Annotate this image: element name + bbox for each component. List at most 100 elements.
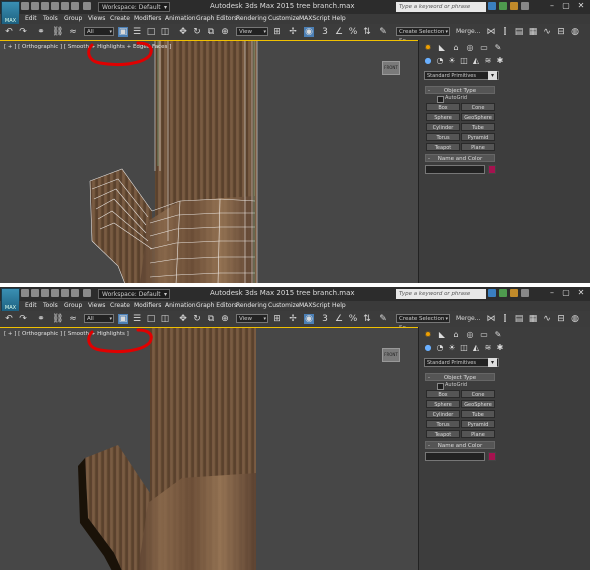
keyboard-shortcut-override-icon[interactable]: ◉ [304, 314, 314, 324]
material-editor-icon[interactable]: ◍ [570, 27, 580, 37]
unlink-icon[interactable]: ⛓ [52, 27, 63, 37]
mirror-icon[interactable]: ⋈ [486, 27, 496, 37]
select-link-icon[interactable]: ⚭ [36, 314, 46, 324]
orthographic-viewport[interactable]: [ + ] [ Orthographic ] [ Smooth + Highli… [0, 40, 418, 283]
menu-help[interactable]: Help [332, 301, 346, 311]
close-button[interactable]: ✕ [574, 288, 588, 298]
menu-views[interactable]: Views [88, 14, 105, 24]
menu-help[interactable]: Help [332, 14, 346, 24]
redo-icon[interactable]: ↷ [18, 314, 28, 324]
orthographic-viewport[interactable]: [ + ] [ Orthographic ] [ Smooth + Highli… [0, 327, 418, 570]
menu-customize[interactable]: Customize [268, 14, 300, 24]
quick-access-dropdown-icon[interactable] [83, 2, 91, 10]
systems-icon[interactable]: ✱ [495, 343, 505, 353]
edit-named-selection-icon[interactable]: ✎ [378, 27, 388, 37]
layer-manager-icon[interactable]: ▤ [514, 27, 524, 37]
select-by-name-icon[interactable]: ☰ [132, 314, 142, 324]
space-warps-icon[interactable]: ≋ [483, 343, 493, 353]
menu-tools[interactable]: Tools [43, 301, 58, 311]
curve-editor-icon[interactable]: ∿ [542, 314, 552, 324]
geosphere-button[interactable]: GeoSphere [461, 400, 495, 408]
name-and-color-rollout[interactable]: Name and Color [425, 154, 495, 163]
menu-create[interactable]: Create [110, 301, 130, 311]
spinner-snap-icon[interactable]: ⇅ [362, 314, 372, 324]
new-icon[interactable] [21, 2, 29, 10]
search-input[interactable]: Type a keyword or phrase [396, 289, 486, 299]
box-button[interactable]: Box [426, 103, 460, 111]
save-icon[interactable] [41, 289, 49, 297]
open-icon[interactable] [31, 2, 39, 10]
minimize-button[interactable]: – [545, 1, 559, 11]
object-type-rollout[interactable]: Object Type [425, 86, 495, 95]
snaps-toggle-icon[interactable]: 3 [320, 27, 330, 37]
edit-named-selection-icon[interactable]: ✎ [378, 314, 388, 324]
pyramid-button[interactable]: Pyramid [461, 420, 495, 428]
cone-button[interactable]: Cone [461, 390, 495, 398]
select-manipulate-icon[interactable]: ✢ [288, 314, 298, 324]
redo-icon[interactable]: ↷ [18, 27, 28, 37]
menu-views[interactable]: Views [88, 301, 105, 311]
maximize-button[interactable]: ▢ [559, 1, 573, 11]
align-icon[interactable]: ⫿ [500, 27, 510, 37]
bind-space-warp-icon[interactable]: ≈ [68, 314, 78, 324]
lights-icon[interactable]: ☀ [447, 343, 457, 353]
menu-rendering[interactable]: Rendering [236, 14, 267, 24]
favorites-icon[interactable] [510, 289, 518, 297]
minimize-button[interactable]: – [545, 288, 559, 298]
cylinder-button[interactable]: Cylinder [426, 123, 460, 131]
menu-maxscript[interactable]: MAXScript [299, 14, 330, 24]
graphite-tools-icon[interactable]: ▦ [528, 314, 538, 324]
primitive-dropdown-arrow-icon[interactable]: ▾ [488, 358, 497, 367]
menu-group[interactable]: Group [64, 301, 82, 311]
teapot-button[interactable]: Teapot [426, 430, 460, 438]
rotate-icon[interactable]: ↻ [192, 314, 202, 324]
quick-access-dropdown-icon[interactable] [83, 289, 91, 297]
angle-snap-icon[interactable]: ∠ [334, 314, 344, 324]
box-button[interactable]: Box [426, 390, 460, 398]
helpers-icon[interactable]: ◭ [471, 56, 481, 66]
tube-button[interactable]: Tube [461, 123, 495, 131]
create-tab-icon[interactable]: ✹ [423, 330, 433, 340]
geometry-icon[interactable]: ● [423, 56, 433, 66]
select-by-name-icon[interactable]: ☰ [132, 27, 142, 37]
project-folder-icon[interactable] [71, 289, 79, 297]
subscription-icon[interactable] [499, 2, 507, 10]
percent-snap-icon[interactable]: % [348, 314, 358, 324]
geosphere-button[interactable]: GeoSphere [461, 113, 495, 121]
object-name-field[interactable] [425, 452, 485, 461]
search-icon[interactable] [488, 289, 496, 297]
scale-icon[interactable]: ⧉ [206, 27, 216, 37]
utilities-tab-icon[interactable]: ✎ [493, 43, 503, 53]
select-manipulate-icon[interactable]: ✢ [288, 27, 298, 37]
menu-rendering[interactable]: Rendering [236, 301, 267, 311]
redo-quick-icon[interactable] [61, 289, 69, 297]
workspace-dropdown[interactable]: Workspace: Default [98, 289, 170, 300]
menu-graph-editors[interactable]: Graph Editors [196, 301, 237, 311]
menu-graph-editors[interactable]: Graph Editors [196, 14, 237, 24]
create-tab-icon[interactable]: ✹ [423, 43, 433, 53]
menu-edit[interactable]: Edit [25, 14, 37, 24]
unlink-icon[interactable]: ⛓ [52, 314, 63, 324]
menu-animation[interactable]: Animation [165, 14, 196, 24]
rectangular-selection-icon[interactable]: □ [146, 27, 156, 37]
merge-button[interactable]: Merge... [456, 28, 480, 35]
systems-icon[interactable]: ✱ [495, 56, 505, 66]
menu-group[interactable]: Group [64, 14, 82, 24]
subscription-icon[interactable] [499, 289, 507, 297]
favorites-icon[interactable] [510, 2, 518, 10]
pivot-center-icon[interactable]: ⊞ [272, 314, 282, 324]
app-menu-button[interactable]: MAX [1, 1, 20, 26]
spinner-snap-icon[interactable]: ⇅ [362, 27, 372, 37]
object-type-rollout[interactable]: Object Type [425, 373, 495, 382]
menu-modifiers[interactable]: Modifiers [134, 301, 161, 311]
lights-icon[interactable]: ☀ [447, 56, 457, 66]
material-editor-icon[interactable]: ◍ [570, 314, 580, 324]
selection-filter-dropdown[interactable]: All [84, 27, 114, 37]
view-cube[interactable]: FRONT [382, 61, 400, 75]
menu-maxscript[interactable]: MAXScript [299, 301, 330, 311]
reference-coordinate-dropdown[interactable]: View [236, 27, 268, 37]
maximize-button[interactable]: ▢ [559, 288, 573, 298]
cone-button[interactable]: Cone [461, 103, 495, 111]
merge-button[interactable]: Merge... [456, 315, 480, 322]
schematic-view-icon[interactable]: ⊟ [556, 27, 566, 37]
